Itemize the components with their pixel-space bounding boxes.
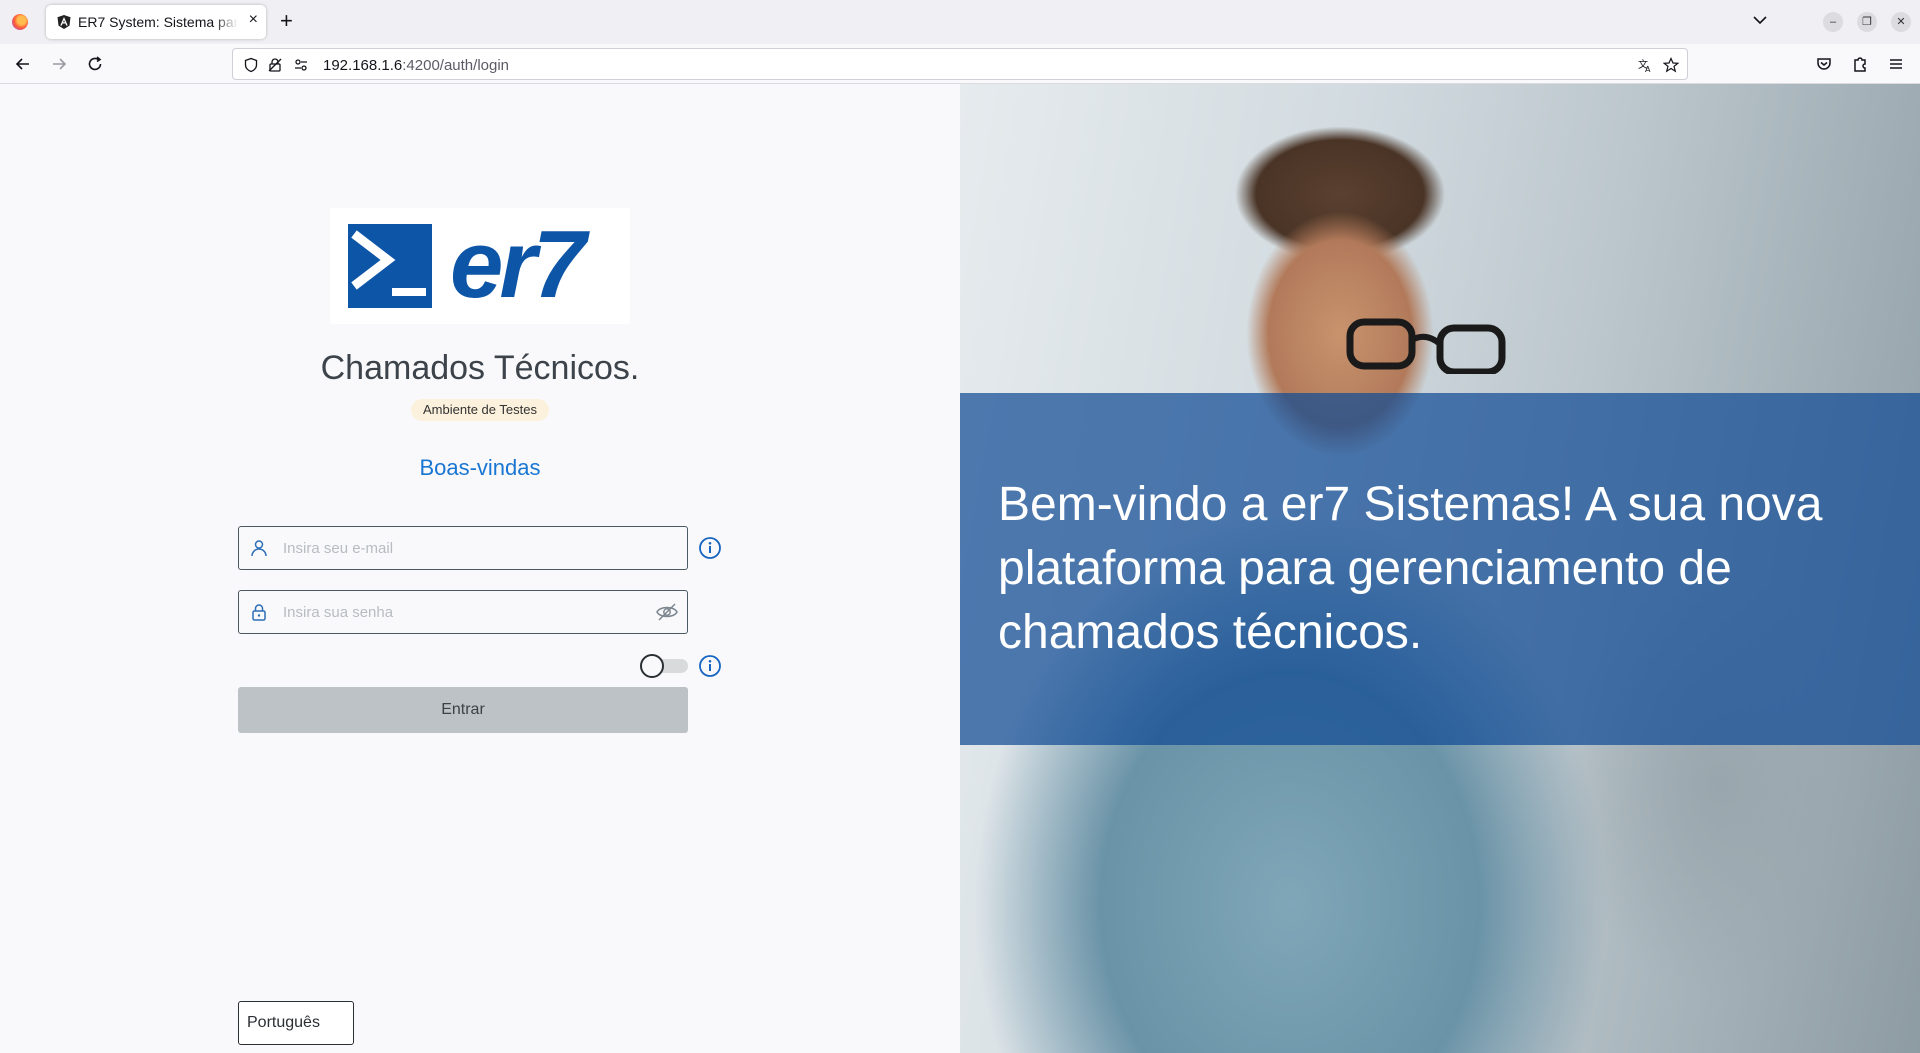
tab-title: ER7 System: Sistema para [78, 14, 238, 30]
login-page: er7 Chamados Técnicos. Ambiente de Teste… [0, 84, 1920, 1053]
address-bar[interactable]: 192.168.1.6:4200/auth/login 文A [232, 48, 1688, 80]
new-tab-button[interactable]: + [280, 8, 293, 34]
extensions-icon[interactable] [1850, 54, 1870, 74]
environment-badge: Ambiente de Testes [411, 399, 549, 421]
email-field[interactable] [238, 526, 688, 570]
hero-message: Bem-vindo a er7 Sistemas! A sua nova pla… [998, 478, 1823, 659]
language-select[interactable]: Português [238, 1001, 354, 1045]
url-path: :4200/auth/login [402, 57, 510, 74]
user-icon [251, 540, 267, 557]
page-title: Chamados Técnicos. [320, 349, 640, 387]
minimize-icon[interactable]: – [1823, 12, 1843, 32]
remember-toggle[interactable] [640, 654, 688, 678]
forward-icon[interactable] [49, 54, 69, 74]
close-window-icon[interactable]: ✕ [1891, 12, 1911, 32]
hero-photo [1346, 318, 1506, 374]
reload-icon[interactable] [85, 54, 105, 74]
pocket-icon[interactable] [1814, 54, 1834, 74]
hero-overlay: Bem-vindo a er7 Sistemas! A sua nova pla… [960, 393, 1920, 745]
eye-slash-icon[interactable] [655, 601, 679, 623]
permissions-icon[interactable] [293, 57, 309, 73]
firefox-icon[interactable] [12, 14, 28, 30]
welcome-heading: Boas-vindas [419, 455, 541, 480]
password-input[interactable] [283, 591, 643, 633]
bookmark-star-icon[interactable] [1663, 57, 1679, 73]
angular-favicon-icon [57, 15, 71, 29]
password-field[interactable] [238, 590, 688, 634]
browser-tab-bar: ER7 System: Sistema para × + – ❐ ✕ [0, 0, 1920, 44]
url-text[interactable]: 192.168.1.6:4200/auth/login [323, 57, 509, 74]
terminal-prompt-icon [348, 224, 432, 308]
er7-logo: er7 [330, 208, 630, 324]
svg-text:A: A [1645, 65, 1651, 73]
menu-icon[interactable] [1886, 54, 1906, 74]
insecure-lock-icon[interactable] [267, 57, 283, 73]
back-icon[interactable] [13, 54, 33, 74]
toggle-knob [640, 654, 664, 678]
toggle-info-icon[interactable] [698, 654, 722, 678]
browser-nav-bar: 192.168.1.6:4200/auth/login 文A [0, 44, 1920, 84]
login-button[interactable]: Entrar [238, 687, 688, 733]
logo-wordmark: er7 [450, 211, 586, 318]
shield-icon[interactable] [243, 57, 259, 73]
chevron-down-icon[interactable] [1752, 12, 1768, 28]
url-host: 192.168.1.6 [323, 57, 403, 74]
close-tab-icon[interactable]: × [249, 11, 258, 29]
translate-icon[interactable]: 文A [1637, 57, 1653, 73]
login-panel: er7 Chamados Técnicos. Ambiente de Teste… [0, 84, 960, 1053]
browser-tab[interactable]: ER7 System: Sistema para × [46, 5, 266, 39]
restore-icon[interactable]: ❐ [1857, 12, 1877, 32]
hero-panel: Bem-vindo a er7 Sistemas! A sua nova pla… [960, 84, 1920, 1053]
email-info-icon[interactable] [698, 536, 722, 560]
email-input[interactable] [283, 527, 643, 569]
lock-icon [252, 604, 266, 621]
